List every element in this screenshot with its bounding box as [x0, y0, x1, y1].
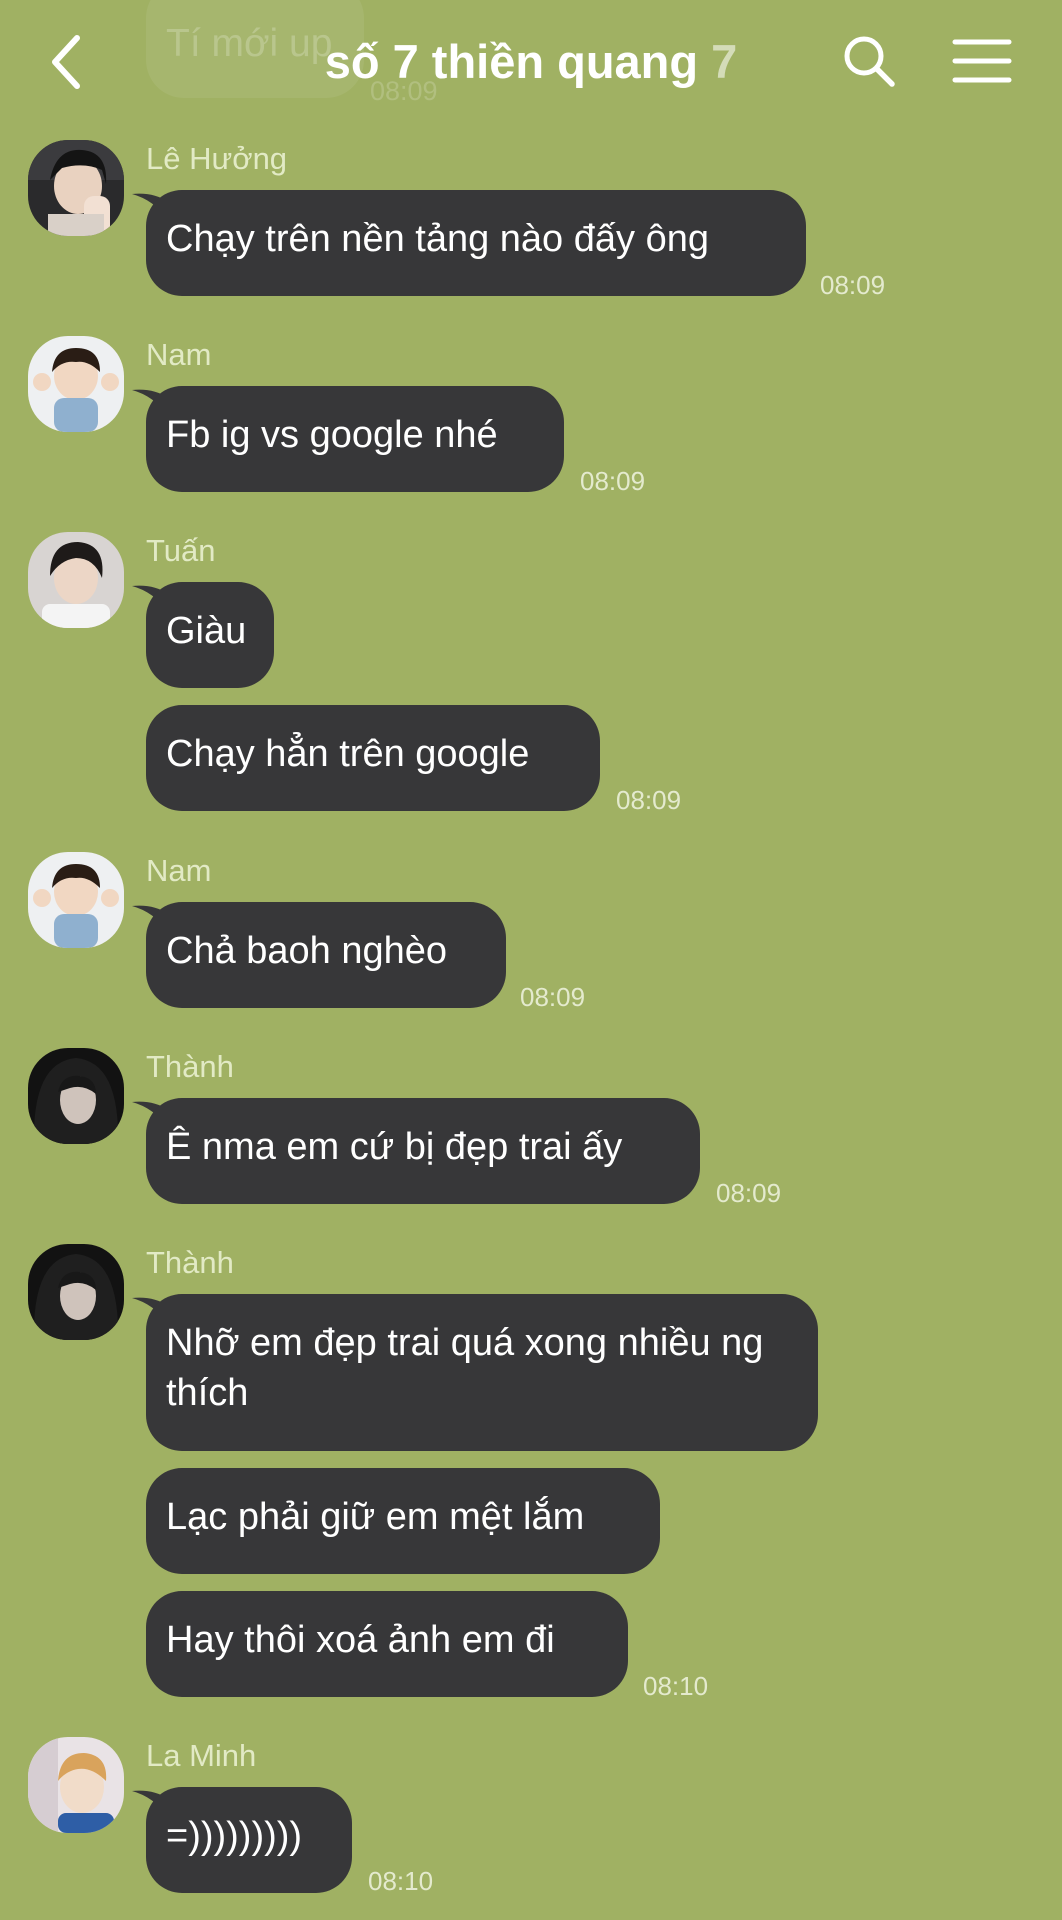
chat-title[interactable]: số 7 thiền quang 7: [200, 30, 862, 94]
avatar-nam[interactable]: [28, 336, 124, 432]
message-bubble[interactable]: Hay thôi xoá ảnh em đi: [146, 1591, 628, 1697]
message-bubble[interactable]: Nhỡ em đẹp trai quá xong nhiều ng thích: [146, 1294, 818, 1451]
message-text: Hay thôi xoá ảnh em đi: [166, 1619, 555, 1661]
message-bubble[interactable]: Ê nma em cứ bị đẹp trai ấy: [146, 1098, 700, 1204]
avatar-thanh[interactable]: [28, 1244, 124, 1340]
message-bubble[interactable]: Chạy trên nền tảng nào đấy ông: [146, 190, 806, 296]
message-text: Chạy trên nền tảng nào đấy ông: [166, 218, 709, 260]
message-text: Nhỡ em đẹp trai quá xong nhiều ng thích: [166, 1322, 764, 1414]
chat-header: số 7 thiền quang 7: [0, 0, 1062, 130]
message-time: 08:09: [820, 270, 886, 300]
sender-name: Nam: [146, 853, 212, 888]
message-text: Chạy hẳn trên google: [166, 733, 530, 775]
message-bubble[interactable]: Lạc phải giữ em mệt lắm: [146, 1468, 660, 1574]
search-icon: [844, 36, 895, 87]
avatar-tuan[interactable]: [28, 532, 124, 628]
chevron-left-icon: [52, 35, 80, 89]
message-bubble[interactable]: Giàu: [146, 582, 274, 688]
message-text: Chả baoh nghèo: [166, 930, 448, 972]
chat-title-text: số 7 thiền quang: [324, 35, 699, 88]
message-bubble[interactable]: Chả baoh nghèo: [146, 902, 506, 1008]
message-time: 08:10: [368, 1866, 434, 1896]
message-text: =))))))))): [166, 1815, 303, 1857]
menu-button[interactable]: [946, 28, 1018, 94]
back-button[interactable]: [30, 24, 100, 100]
message-bubble[interactable]: Fb ig vs google nhé: [146, 386, 564, 492]
search-button[interactable]: [836, 28, 902, 94]
message-bubble[interactable]: Chạy hẳn trên google: [146, 705, 600, 811]
avatar-le-huong[interactable]: [28, 140, 124, 236]
message-time: 08:10: [643, 1671, 709, 1701]
message-time: 08:09: [616, 785, 682, 815]
sender-name: Thành: [146, 1245, 234, 1280]
message-time: 08:09: [716, 1178, 782, 1208]
hamburger-menu-icon: [952, 39, 1012, 83]
sender-name: Lê Hưởng: [146, 141, 288, 176]
sender-name: Nam: [146, 337, 212, 372]
avatar-nam[interactable]: [28, 852, 124, 948]
message-time: 08:09: [580, 466, 646, 496]
message-text: Giàu: [166, 610, 247, 652]
message-text: Ê nma em cứ bị đẹp trai ấy: [166, 1126, 623, 1168]
message-text: Fb ig vs google nhé: [166, 414, 498, 456]
avatar-la-minh[interactable]: [28, 1737, 124, 1833]
avatar-thanh[interactable]: [28, 1048, 124, 1144]
message-time: 08:09: [520, 982, 586, 1012]
message-bubble[interactable]: =))))))))): [146, 1787, 352, 1893]
sender-name: Thành: [146, 1049, 234, 1084]
sender-name: Tuấn: [146, 533, 216, 568]
sender-name: La Minh: [146, 1738, 257, 1773]
chat-screen: Tí mới up 08:09 số 7 thiền quang 7 Lê Hư…: [0, 0, 1062, 1920]
member-count: 7: [711, 35, 738, 88]
message-text: Lạc phải giữ em mệt lắm: [166, 1496, 585, 1538]
